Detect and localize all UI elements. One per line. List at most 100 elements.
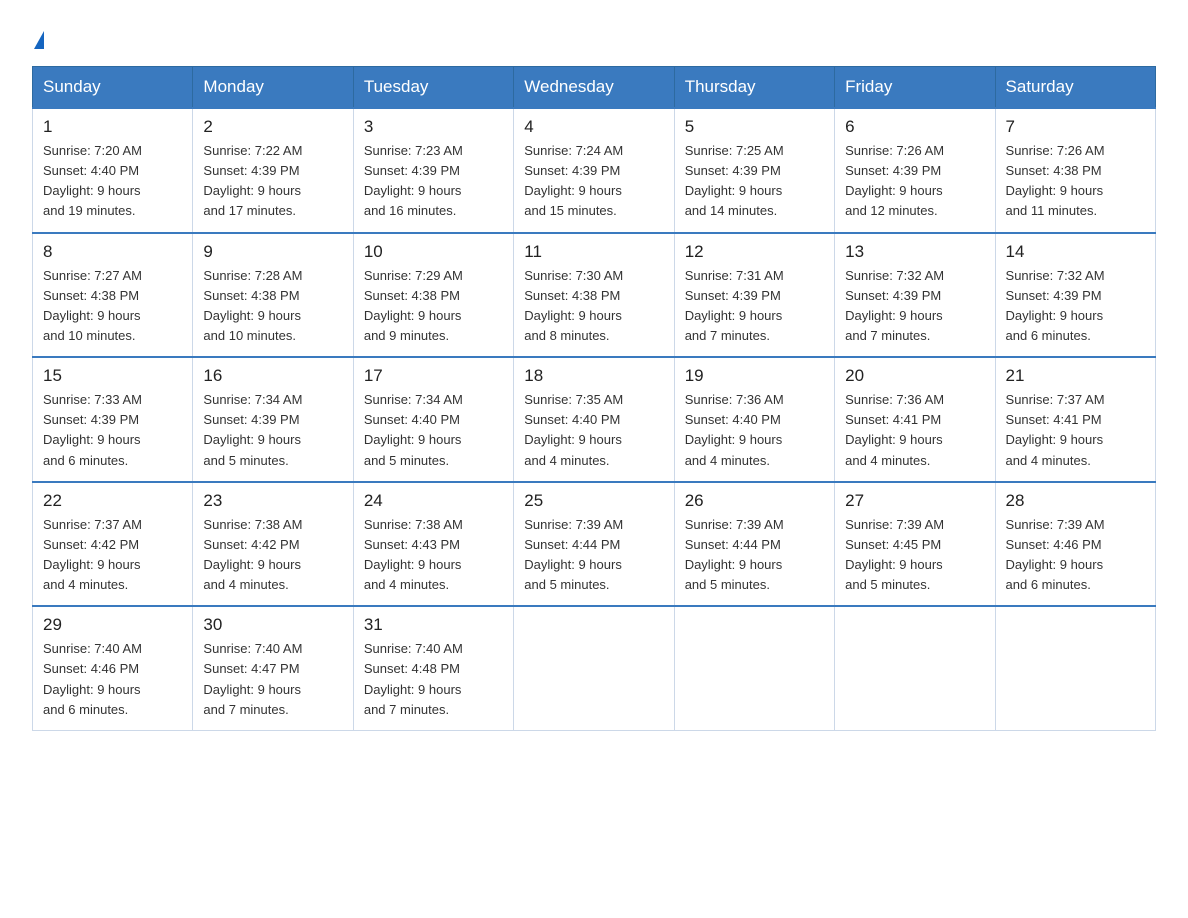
calendar-cell: 8Sunrise: 7:27 AMSunset: 4:38 PMDaylight… <box>33 233 193 358</box>
day-info: Sunrise: 7:34 AMSunset: 4:39 PMDaylight:… <box>203 390 342 471</box>
calendar-cell <box>835 606 995 730</box>
day-info: Sunrise: 7:23 AMSunset: 4:39 PMDaylight:… <box>364 141 503 222</box>
week-row-3: 15Sunrise: 7:33 AMSunset: 4:39 PMDayligh… <box>33 357 1156 482</box>
calendar-cell: 26 Sunrise: 7:39 AMSunset: 4:44 PMDayligh… <box>674 482 834 607</box>
day-number: 25 <box>524 491 663 511</box>
day-number: 26 <box>685 491 824 511</box>
calendar-cell: 9Sunrise: 7:28 AMSunset: 4:38 PMDaylight… <box>193 233 353 358</box>
day-number: 8 <box>43 242 182 262</box>
week-row-4: 22Sunrise: 7:37 AMSunset: 4:42 PMDayligh… <box>33 482 1156 607</box>
calendar-cell: 22Sunrise: 7:37 AMSunset: 4:42 PMDayligh… <box>33 482 193 607</box>
week-row-2: 8Sunrise: 7:27 AMSunset: 4:38 PMDaylight… <box>33 233 1156 358</box>
day-number: 12 <box>685 242 824 262</box>
calendar-cell: 16 Sunrise: 7:34 AMSunset: 4:39 PMDayligh… <box>193 357 353 482</box>
calendar-cell: 18 Sunrise: 7:35 AMSunset: 4:40 PMDayligh… <box>514 357 674 482</box>
day-info: Sunrise: 7:38 AMSunset: 4:42 PMDaylight:… <box>203 515 342 596</box>
calendar-cell: 15Sunrise: 7:33 AMSunset: 4:39 PMDayligh… <box>33 357 193 482</box>
day-number: 16 <box>203 366 342 386</box>
day-info: Sunrise: 7:36 AMSunset: 4:40 PMDaylight:… <box>685 390 824 471</box>
day-info: Sunrise: 7:32 AMSunset: 4:39 PMDaylight:… <box>1006 266 1145 347</box>
logo-triangle-icon <box>34 31 44 49</box>
calendar-cell: 5 Sunrise: 7:25 AMSunset: 4:39 PMDaylight… <box>674 108 834 233</box>
day-number: 2 <box>203 117 342 137</box>
day-number: 7 <box>1006 117 1145 137</box>
calendar-cell: 10 Sunrise: 7:29 AMSunset: 4:38 PMDayligh… <box>353 233 513 358</box>
day-number: 19 <box>685 366 824 386</box>
day-info: Sunrise: 7:39 AMSunset: 4:44 PMDaylight:… <box>685 515 824 596</box>
calendar-cell: 19 Sunrise: 7:36 AMSunset: 4:40 PMDayligh… <box>674 357 834 482</box>
logo-line1 <box>32 24 44 50</box>
calendar-cell: 3 Sunrise: 7:23 AMSunset: 4:39 PMDaylight… <box>353 108 513 233</box>
day-info: Sunrise: 7:34 AMSunset: 4:40 PMDaylight:… <box>364 390 503 471</box>
calendar-cell: 23 Sunrise: 7:38 AMSunset: 4:42 PMDayligh… <box>193 482 353 607</box>
calendar-cell <box>674 606 834 730</box>
day-number: 11 <box>524 242 663 262</box>
calendar-cell: 24 Sunrise: 7:38 AMSunset: 4:43 PMDayligh… <box>353 482 513 607</box>
calendar-cell: 31 Sunrise: 7:40 AMSunset: 4:48 PMDayligh… <box>353 606 513 730</box>
day-number: 10 <box>364 242 503 262</box>
weekday-header-saturday: Saturday <box>995 67 1155 109</box>
day-info: Sunrise: 7:40 AMSunset: 4:47 PMDaylight:… <box>203 639 342 720</box>
calendar-table: SundayMondayTuesdayWednesdayThursdayFrid… <box>32 66 1156 731</box>
calendar-cell: 14 Sunrise: 7:32 AMSunset: 4:39 PMDayligh… <box>995 233 1155 358</box>
calendar-cell: 17 Sunrise: 7:34 AMSunset: 4:40 PMDayligh… <box>353 357 513 482</box>
day-info: Sunrise: 7:22 AMSunset: 4:39 PMDaylight:… <box>203 141 342 222</box>
day-number: 4 <box>524 117 663 137</box>
calendar-cell: 13Sunrise: 7:32 AMSunset: 4:39 PMDayligh… <box>835 233 995 358</box>
week-row-5: 29Sunrise: 7:40 AMSunset: 4:46 PMDayligh… <box>33 606 1156 730</box>
calendar-cell: 29Sunrise: 7:40 AMSunset: 4:46 PMDayligh… <box>33 606 193 730</box>
page-header <box>32 24 1156 50</box>
calendar-cell <box>995 606 1155 730</box>
logo <box>32 24 44 50</box>
day-info: Sunrise: 7:32 AMSunset: 4:39 PMDaylight:… <box>845 266 984 347</box>
day-info: Sunrise: 7:36 AMSunset: 4:41 PMDaylight:… <box>845 390 984 471</box>
day-number: 9 <box>203 242 342 262</box>
day-number: 18 <box>524 366 663 386</box>
calendar-cell: 6 Sunrise: 7:26 AMSunset: 4:39 PMDaylight… <box>835 108 995 233</box>
calendar-cell: 25Sunrise: 7:39 AMSunset: 4:44 PMDayligh… <box>514 482 674 607</box>
day-info: Sunrise: 7:25 AMSunset: 4:39 PMDaylight:… <box>685 141 824 222</box>
day-number: 1 <box>43 117 182 137</box>
day-number: 6 <box>845 117 984 137</box>
day-number: 30 <box>203 615 342 635</box>
day-number: 21 <box>1006 366 1145 386</box>
day-info: Sunrise: 7:39 AMSunset: 4:45 PMDaylight:… <box>845 515 984 596</box>
weekday-header-thursday: Thursday <box>674 67 834 109</box>
calendar-cell: 28 Sunrise: 7:39 AMSunset: 4:46 PMDayligh… <box>995 482 1155 607</box>
calendar-cell: 2 Sunrise: 7:22 AMSunset: 4:39 PMDaylight… <box>193 108 353 233</box>
weekday-header-wednesday: Wednesday <box>514 67 674 109</box>
day-info: Sunrise: 7:24 AMSunset: 4:39 PMDaylight:… <box>524 141 663 222</box>
day-info: Sunrise: 7:26 AMSunset: 4:38 PMDaylight:… <box>1006 141 1145 222</box>
calendar-cell: 1 Sunrise: 7:20 AMSunset: 4:40 PMDaylight… <box>33 108 193 233</box>
day-info: Sunrise: 7:29 AMSunset: 4:38 PMDaylight:… <box>364 266 503 347</box>
calendar-cell: 12 Sunrise: 7:31 AMSunset: 4:39 PMDayligh… <box>674 233 834 358</box>
day-number: 31 <box>364 615 503 635</box>
day-number: 24 <box>364 491 503 511</box>
day-info: Sunrise: 7:31 AMSunset: 4:39 PMDaylight:… <box>685 266 824 347</box>
day-number: 17 <box>364 366 503 386</box>
weekday-header-sunday: Sunday <box>33 67 193 109</box>
day-info: Sunrise: 7:30 AMSunset: 4:38 PMDaylight:… <box>524 266 663 347</box>
weekday-header-tuesday: Tuesday <box>353 67 513 109</box>
day-number: 29 <box>43 615 182 635</box>
day-info: Sunrise: 7:26 AMSunset: 4:39 PMDaylight:… <box>845 141 984 222</box>
day-number: 23 <box>203 491 342 511</box>
calendar-cell: 11 Sunrise: 7:30 AMSunset: 4:38 PMDayligh… <box>514 233 674 358</box>
day-number: 3 <box>364 117 503 137</box>
day-info: Sunrise: 7:20 AMSunset: 4:40 PMDaylight:… <box>43 141 182 222</box>
weekday-header-row: SundayMondayTuesdayWednesdayThursdayFrid… <box>33 67 1156 109</box>
day-number: 5 <box>685 117 824 137</box>
day-info: Sunrise: 7:37 AMSunset: 4:42 PMDaylight:… <box>43 515 182 596</box>
day-info: Sunrise: 7:37 AMSunset: 4:41 PMDaylight:… <box>1006 390 1145 471</box>
day-info: Sunrise: 7:35 AMSunset: 4:40 PMDaylight:… <box>524 390 663 471</box>
day-info: Sunrise: 7:40 AMSunset: 4:48 PMDaylight:… <box>364 639 503 720</box>
day-number: 15 <box>43 366 182 386</box>
calendar-cell <box>514 606 674 730</box>
day-number: 20 <box>845 366 984 386</box>
day-number: 28 <box>1006 491 1145 511</box>
calendar-cell: 21 Sunrise: 7:37 AMSunset: 4:41 PMDayligh… <box>995 357 1155 482</box>
day-info: Sunrise: 7:38 AMSunset: 4:43 PMDaylight:… <box>364 515 503 596</box>
calendar-cell: 4 Sunrise: 7:24 AMSunset: 4:39 PMDaylight… <box>514 108 674 233</box>
day-info: Sunrise: 7:39 AMSunset: 4:46 PMDaylight:… <box>1006 515 1145 596</box>
day-number: 14 <box>1006 242 1145 262</box>
